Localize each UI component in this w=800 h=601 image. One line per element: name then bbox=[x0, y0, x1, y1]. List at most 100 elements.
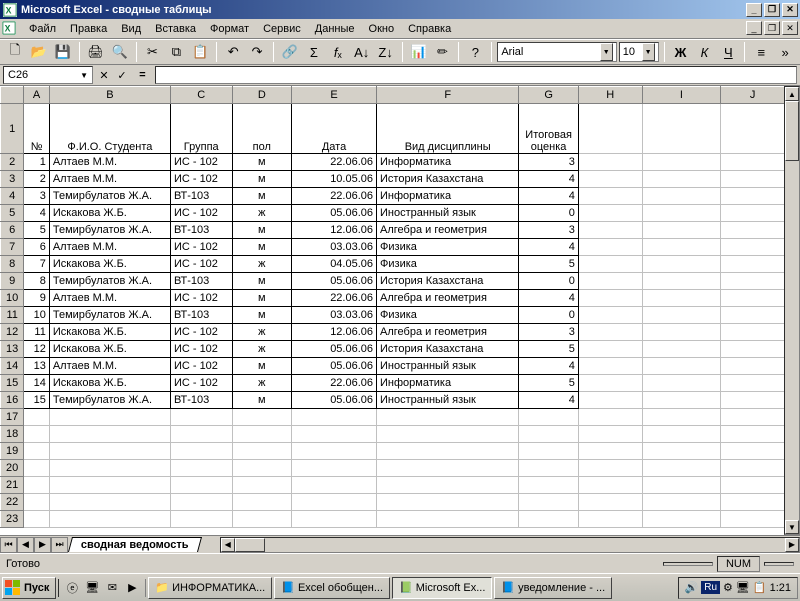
cell[interactable]: 5 bbox=[519, 256, 578, 273]
cell[interactable]: Темирбулатов Ж.А. bbox=[49, 273, 170, 290]
cell[interactable] bbox=[721, 409, 785, 426]
cell[interactable] bbox=[578, 460, 642, 477]
cell[interactable] bbox=[377, 409, 519, 426]
tab-nav-prev-icon[interactable]: ◀ bbox=[17, 537, 34, 553]
row-header[interactable]: 19 bbox=[1, 443, 24, 460]
cell[interactable]: История Казахстана bbox=[377, 341, 519, 358]
cell[interactable] bbox=[49, 477, 170, 494]
align-left-icon[interactable]: ≡ bbox=[750, 41, 772, 63]
cell[interactable] bbox=[578, 511, 642, 528]
cell[interactable] bbox=[377, 477, 519, 494]
row-header[interactable]: 5 bbox=[1, 205, 24, 222]
menu-data[interactable]: Данные bbox=[308, 21, 362, 37]
row-header[interactable]: 20 bbox=[1, 460, 24, 477]
cell[interactable]: 3 bbox=[24, 188, 49, 205]
cell[interactable] bbox=[170, 494, 232, 511]
cell[interactable] bbox=[49, 494, 170, 511]
cell[interactable]: Ф.И.О. Студента bbox=[49, 104, 170, 154]
col-header[interactable]: F bbox=[377, 87, 519, 104]
cell[interactable] bbox=[721, 460, 785, 477]
cell[interactable] bbox=[519, 443, 578, 460]
cell[interactable]: м bbox=[232, 273, 291, 290]
cell[interactable]: 05.06.06 bbox=[292, 392, 377, 409]
cell[interactable]: м bbox=[232, 188, 291, 205]
row-header[interactable]: 15 bbox=[1, 375, 24, 392]
doc-close-button[interactable]: ✕ bbox=[782, 21, 798, 35]
minimize-button[interactable]: _ bbox=[746, 3, 762, 17]
cell[interactable] bbox=[721, 443, 785, 460]
cell[interactable]: 05.06.06 bbox=[292, 358, 377, 375]
cell[interactable] bbox=[377, 426, 519, 443]
cell[interactable] bbox=[170, 460, 232, 477]
col-header[interactable]: A bbox=[24, 87, 49, 104]
cell[interactable]: Физика bbox=[377, 256, 519, 273]
cell[interactable]: 4 bbox=[519, 239, 578, 256]
cell[interactable] bbox=[642, 426, 721, 443]
cell[interactable]: ж bbox=[232, 205, 291, 222]
preview-icon[interactable]: 🔍 bbox=[109, 41, 131, 63]
cell[interactable]: Итоговая оценка bbox=[519, 104, 578, 154]
cell[interactable]: ИС - 102 bbox=[170, 239, 232, 256]
col-header[interactable]: H bbox=[578, 87, 642, 104]
cell[interactable]: Иностранный язык bbox=[377, 392, 519, 409]
row-header[interactable]: 23 bbox=[1, 511, 24, 528]
print-icon[interactable]: 🖨 bbox=[85, 41, 107, 63]
cell[interactable]: ВТ-103 bbox=[170, 307, 232, 324]
row-header[interactable]: 7 bbox=[1, 239, 24, 256]
doc-restore-button[interactable]: ❐ bbox=[764, 21, 780, 35]
cut-icon[interactable]: ✂ bbox=[142, 41, 164, 63]
cell[interactable]: 12 bbox=[24, 341, 49, 358]
cell[interactable] bbox=[642, 477, 721, 494]
cell[interactable] bbox=[377, 511, 519, 528]
cell[interactable]: 5 bbox=[24, 222, 49, 239]
cell[interactable]: 05.06.06 bbox=[292, 205, 377, 222]
col-header[interactable]: G bbox=[519, 87, 578, 104]
cell[interactable]: Группа bbox=[170, 104, 232, 154]
taskbar-task[interactable]: 📁ИНФОРМАТИКА... bbox=[148, 577, 272, 599]
cell[interactable]: Алтаев М.М. bbox=[49, 358, 170, 375]
cell[interactable]: пол bbox=[232, 104, 291, 154]
chevron-down-icon[interactable]: ▼ bbox=[600, 43, 613, 61]
cell[interactable] bbox=[170, 409, 232, 426]
cell[interactable] bbox=[24, 426, 49, 443]
cell[interactable]: Физика bbox=[377, 239, 519, 256]
formula-input[interactable] bbox=[155, 66, 797, 84]
cell[interactable]: Темирбулатов Ж.А. bbox=[49, 392, 170, 409]
cell[interactable]: Алгебра и геометрия bbox=[377, 324, 519, 341]
col-header[interactable]: B bbox=[49, 87, 170, 104]
doc-minimize-button[interactable]: _ bbox=[746, 21, 762, 35]
cell[interactable]: м bbox=[232, 171, 291, 188]
autosum-icon[interactable]: Σ bbox=[303, 41, 325, 63]
scroll-up-icon[interactable]: ▲ bbox=[785, 87, 799, 101]
bold-icon[interactable]: Ж bbox=[670, 41, 692, 63]
tab-nav-last-icon[interactable]: ⏭ bbox=[51, 537, 68, 553]
cell[interactable]: 22.06.06 bbox=[292, 154, 377, 171]
taskbar-task[interactable]: 📗Microsoft Ex... bbox=[392, 577, 492, 599]
cell[interactable]: 10 bbox=[24, 307, 49, 324]
cell[interactable] bbox=[24, 460, 49, 477]
cell[interactable]: Алтаев М.М. bbox=[49, 154, 170, 171]
cell[interactable] bbox=[519, 511, 578, 528]
cell[interactable]: м bbox=[232, 307, 291, 324]
cell[interactable]: 8 bbox=[24, 273, 49, 290]
cell[interactable] bbox=[721, 426, 785, 443]
col-header[interactable]: E bbox=[292, 87, 377, 104]
scroll-thumb[interactable] bbox=[235, 538, 265, 552]
start-button[interactable]: Пуск bbox=[2, 577, 56, 599]
chevron-down-icon[interactable]: ▼ bbox=[642, 43, 655, 61]
redo-icon[interactable]: ↷ bbox=[246, 41, 268, 63]
tray-icon[interactable]: 🖥 bbox=[736, 581, 750, 594]
select-all-corner[interactable] bbox=[1, 87, 24, 104]
cell[interactable] bbox=[170, 511, 232, 528]
row-header[interactable]: 14 bbox=[1, 358, 24, 375]
underline-icon[interactable]: Ч bbox=[717, 41, 739, 63]
cell[interactable]: 22.06.06 bbox=[292, 188, 377, 205]
tab-nav-next-icon[interactable]: ▶ bbox=[34, 537, 51, 553]
cell[interactable]: Темирбулатов Ж.А. bbox=[49, 222, 170, 239]
cell[interactable] bbox=[49, 426, 170, 443]
cell[interactable]: 0 bbox=[519, 307, 578, 324]
cell[interactable] bbox=[519, 426, 578, 443]
cell[interactable]: ИС - 102 bbox=[170, 358, 232, 375]
cell[interactable] bbox=[578, 409, 642, 426]
cell[interactable]: ВТ-103 bbox=[170, 273, 232, 290]
